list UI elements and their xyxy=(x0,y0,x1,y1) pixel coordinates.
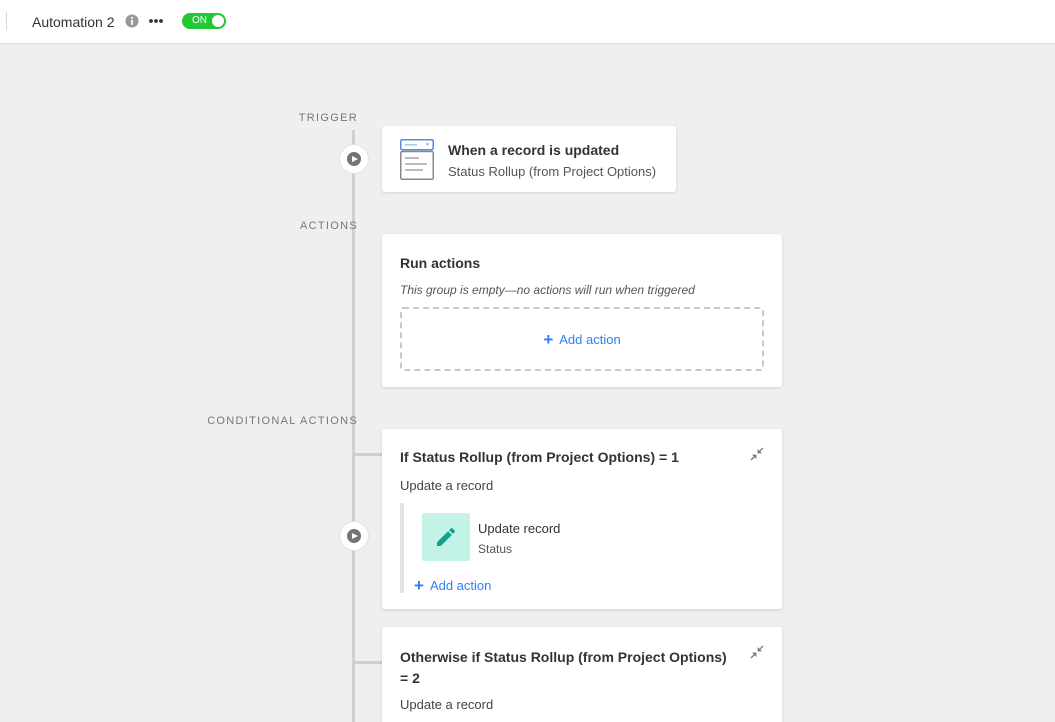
test-condition-button[interactable] xyxy=(340,522,368,550)
trigger-card[interactable]: When a record is updated Status Rollup (… xyxy=(382,126,676,192)
play-icon xyxy=(347,152,361,166)
toggle-knob xyxy=(212,15,224,27)
update-record-title[interactable]: Update record xyxy=(478,521,560,536)
add-action-label: Add action xyxy=(429,578,492,593)
condition-title-line: = 2 xyxy=(400,670,420,686)
info-icon[interactable] xyxy=(125,14,139,28)
update-record-tile[interactable] xyxy=(422,513,470,561)
add-action-button[interactable]: + Add action xyxy=(414,576,491,596)
collapse-icon[interactable] xyxy=(750,645,764,659)
conditional-group-card[interactable]: If Status Rollup (from Project Options) … xyxy=(382,429,782,609)
toggle-label: ON xyxy=(192,15,207,26)
divider xyxy=(6,12,7,30)
condition-action-summary: Update a record xyxy=(400,478,494,493)
automation-name[interactable]: Automation 2 xyxy=(32,14,115,30)
conditional-group-card[interactable]: Otherwise if Status Rollup (from Project… xyxy=(382,627,782,722)
run-actions-card: Run actions This group is empty—no actio… xyxy=(382,234,782,387)
empty-group-message: This group is empty—no actions will run … xyxy=(400,283,695,297)
plus-icon: + xyxy=(543,330,554,349)
play-icon xyxy=(347,529,361,543)
condition-title-line: Otherwise if Status Rollup (from Project… xyxy=(400,649,727,665)
top-bar: Automation 2 ON xyxy=(0,0,1055,44)
condition-title: If Status Rollup (from Project Options) … xyxy=(400,449,679,465)
plus-icon: + xyxy=(414,576,424,595)
branch-connector xyxy=(354,661,382,664)
actions-section-label: ACTIONS xyxy=(300,220,358,232)
pencil-icon xyxy=(437,527,456,546)
more-options-icon[interactable] xyxy=(148,13,164,29)
nested-action-rail xyxy=(400,503,404,593)
trigger-title: When a record is updated xyxy=(448,142,620,158)
add-action-dropzone[interactable]: + Add action xyxy=(400,307,764,371)
condition-title: Otherwise if Status Rollup (from Project… xyxy=(400,647,727,689)
record-form-icon xyxy=(400,139,434,180)
branch-connector xyxy=(354,453,382,456)
run-actions-title: Run actions xyxy=(400,255,481,271)
conditional-actions-section-label: CONDITIONAL ACTIONS xyxy=(207,415,358,427)
automation-toggle[interactable]: ON xyxy=(182,13,226,29)
trigger-subtitle: Status Rollup (from Project Options) xyxy=(448,164,657,179)
update-record-field: Status xyxy=(478,542,513,556)
condition-action-summary: Update a record xyxy=(400,697,494,712)
collapse-icon[interactable] xyxy=(750,447,764,461)
trigger-section-label: TRIGGER xyxy=(298,112,358,124)
add-action-button[interactable]: + Add action xyxy=(402,330,762,350)
test-trigger-button[interactable] xyxy=(340,145,368,173)
add-action-label: Add action xyxy=(559,332,621,347)
